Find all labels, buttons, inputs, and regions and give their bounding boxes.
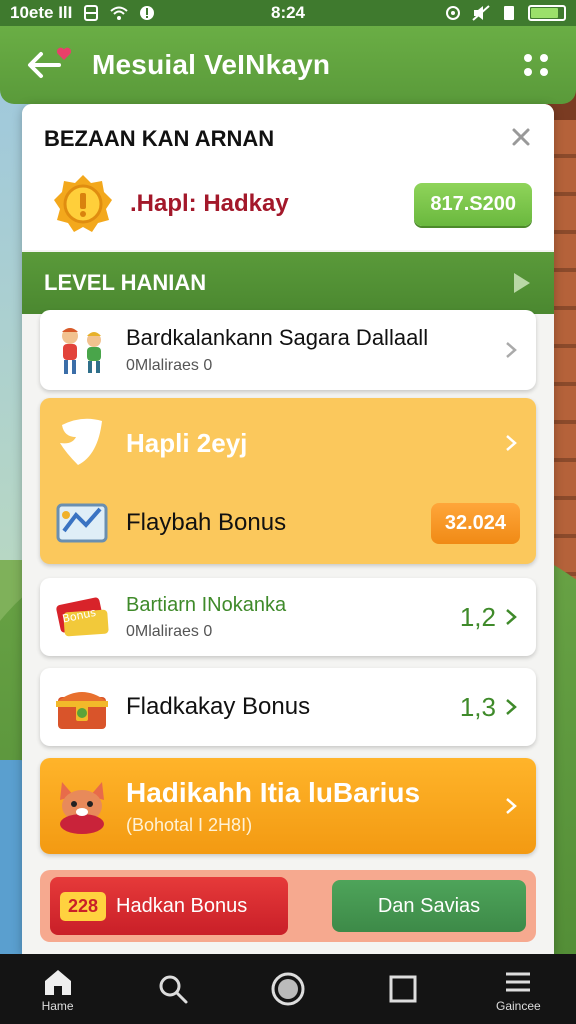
menu-icon: [506, 972, 531, 992]
record-icon: [271, 972, 305, 1006]
item-subtitle: (Bohotal I 2H8I): [126, 814, 253, 835]
fox-mascot-icon: [60, 782, 104, 834]
chevron-right-icon: [506, 798, 517, 814]
bonus-tag: 228: [60, 891, 107, 921]
bonus-button-label: Hadkan Bonus: [116, 894, 248, 917]
panel-title: BEZAAN KAN ARNAN: [44, 126, 275, 151]
battery-icon: [528, 5, 566, 21]
nav-home[interactable]: Hame: [13, 965, 103, 1013]
chevron-right-icon: [506, 699, 517, 715]
nav-settings[interactable]: Gaincee: [473, 965, 563, 1013]
bottom-nav: Hame Gaincee: [0, 954, 576, 1024]
play-icon: [514, 273, 530, 293]
nav-home-label: Hame: [41, 999, 74, 1013]
item-title: Bardkalankann Sagara Dallaall: [126, 325, 429, 350]
featured-card: Hapli 2eyj Flaybah Bonus 32.024: [40, 398, 536, 564]
list-item[interactable]: Fladkakay Bonus 1,3: [40, 668, 536, 746]
sim-icon: [504, 6, 514, 20]
list-item[interactable]: Hadikahh Itia luBarius (Bohotal I 2H8I): [40, 758, 536, 854]
save-button[interactable]: Dan Savias: [332, 880, 526, 932]
nav-camera[interactable]: [243, 972, 333, 1006]
item-title: Fladkakay Bonus: [126, 693, 311, 720]
featured-title: Hapli 2eyj: [126, 427, 248, 458]
reward-value-button[interactable]: 817.S200: [414, 182, 532, 226]
back-button[interactable]: [24, 45, 72, 85]
phone-icon: [84, 5, 99, 21]
nav-settings-label: Gaincee: [495, 999, 541, 1013]
close-icon[interactable]: [508, 124, 534, 150]
app-header: Mesuial VeINkayn: [0, 26, 576, 104]
item-subtitle: 0Mlaliraes 0: [126, 622, 213, 640]
gold-coin-icon: [54, 175, 112, 232]
featured-row[interactable]: Hapli 2eyj: [40, 408, 536, 478]
reward-label: .Hapl: Hadkay: [130, 190, 289, 217]
status-text: 10ete IlI: [10, 3, 73, 22]
level-bar-label: LEVEL HANIAN: [44, 270, 207, 295]
action-strip: 228 Hadkan Bonus Dan Savias: [40, 870, 536, 942]
alert-icon: [140, 6, 155, 20]
heart-icon: [56, 47, 72, 60]
home-icon: [44, 970, 71, 995]
item-count: 1,2: [459, 601, 496, 632]
nav-search[interactable]: [128, 972, 218, 1006]
panel-header: BEZAAN KAN ARNAN .Hapl: Hadkay 817.S200: [22, 104, 554, 250]
mute-icon: [472, 5, 490, 21]
chevron-right-icon: [506, 435, 517, 451]
status-time: 8:24: [270, 3, 306, 22]
item-title: Hadikahh Itia luBarius: [126, 776, 421, 808]
level-bar[interactable]: LEVEL HANIAN: [22, 252, 554, 314]
bonus-title: Flaybah Bonus: [126, 509, 287, 536]
item-subtitle: 0Mlaliraes 0: [126, 357, 213, 374]
bonus-row[interactable]: Flaybah Bonus 32.024: [40, 488, 536, 558]
heart-badge-icon: [60, 418, 102, 465]
chevron-right-icon: [506, 342, 517, 358]
nav-recents[interactable]: [358, 972, 448, 1006]
bonus-value-button[interactable]: 32.024: [430, 502, 520, 544]
item-title: Bartiarn INokanka: [126, 593, 287, 616]
list-item[interactable]: Bardkalankann Sagara Dallaall 0Mlaliraes…: [40, 310, 536, 390]
kids-icon: [62, 328, 101, 374]
item-count: 1,3: [459, 691, 496, 722]
bonus-button[interactable]: 228 Hadkan Bonus: [50, 877, 288, 935]
wifi-icon: [110, 6, 129, 20]
status-bar: 10ete IlI 8:24: [0, 0, 576, 26]
ticket-icon: Bonus: [56, 597, 109, 637]
search-icon: [159, 975, 188, 1004]
more-options-button[interactable]: [522, 50, 552, 80]
page-title: Mesuial VeINkayn: [92, 49, 331, 80]
main-panel: BEZAAN KAN ARNAN .Hapl: Hadkay 817.S200 …: [22, 104, 554, 954]
list-item[interactable]: Bonus Bartiarn INokanka 0Mlaliraes 0 1,2: [40, 578, 536, 656]
square-icon: [389, 975, 417, 1003]
chevron-right-icon: [506, 609, 517, 625]
treasure-chest-icon: [56, 692, 108, 729]
sync-icon: [446, 6, 460, 20]
map-icon: [56, 503, 108, 543]
reward-row: .Hapl: Hadkay 817.S200: [52, 172, 532, 236]
